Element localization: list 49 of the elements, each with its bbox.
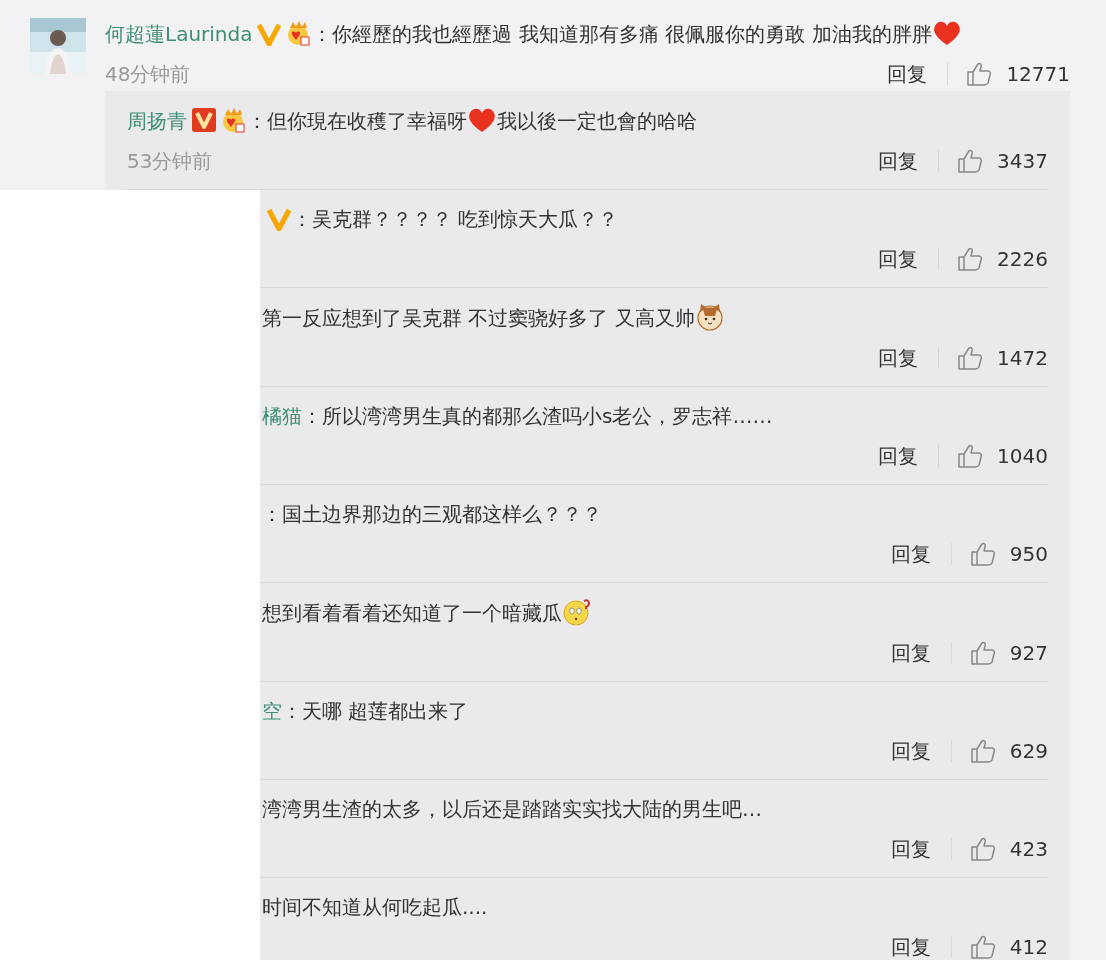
puzzled-face-icon [562,597,592,627]
like-icon[interactable] [957,345,984,371]
reply-link[interactable]: 回复 [890,638,931,668]
comment-text: 湾湾男生渣的太多，以后还是踏踏实实找大陆的男生吧… [262,797,762,821]
like-count: 423 [1009,836,1048,863]
comment-text: 第一反应想到了吴克群 不过窦骁好多了 又高又帅 [262,306,695,330]
like-icon[interactable] [957,443,984,469]
like-count: 12771 [1006,61,1070,88]
reply-link[interactable]: 回复 [890,834,931,864]
timestamp: 53分钟前 [127,148,213,175]
like-count: 927 [1009,640,1048,667]
comment-text: ：国土边界那边的三观都这样么？？？ [262,502,602,526]
reply-link[interactable]: 回复 [890,736,931,766]
crown-badge-icon [286,20,313,46]
like-icon[interactable] [969,934,996,960]
comment-text: 时间不知道从何吃起瓜.... [262,895,488,919]
timestamp: 48分钟前 [105,61,191,88]
reply-link[interactable]: 回复 [890,932,931,960]
like-icon[interactable] [969,738,996,764]
like-icon[interactable] [957,148,984,174]
reply-link[interactable]: 回复 [878,244,919,274]
comment-text: ：吴克群？？？？ 吃到惊天大瓜？？ [292,207,619,231]
like-count: 1472 [997,345,1048,372]
comment-text: ：你經歷的我也經歷過 我知道那有多痛 很佩服你的勇敢 加油我的胖胖 [312,22,932,46]
comment-text: ：但你現在收穫了幸福呀 [247,109,467,133]
like-count: 3437 [997,148,1048,175]
reply-link[interactable]: 回复 [878,343,919,373]
like-count: 629 [1009,738,1048,765]
crown-badge-icon [221,107,247,133]
cat-face-icon [694,302,725,332]
like-count: 412 [1009,934,1048,960]
reply-link[interactable]: 回复 [890,539,931,569]
like-icon[interactable] [969,541,996,567]
like-count: 1040 [997,443,1048,470]
reply-link[interactable]: 回复 [878,441,919,471]
verified-badge-icon [191,107,217,133]
like-count: 2226 [997,246,1048,273]
like-icon[interactable] [966,61,993,87]
comment-text: 想到看着看着还知道了一个暗藏瓜 [262,601,562,625]
like-icon[interactable] [969,836,996,862]
like-icon[interactable] [969,640,996,666]
reply-link[interactable]: 回复 [878,146,919,176]
comment-text: ：所以湾湾男生真的都那么渣吗小s老公，罗志祥…… [302,404,773,428]
author-name[interactable]: 何超蓮Laurinda [105,22,253,46]
like-icon[interactable] [957,246,984,272]
comment-text: ：天哪 超莲都出来了 [282,699,469,723]
comment-text: 我以後一定也會的哈哈 [497,109,697,133]
reply-link[interactable]: 回复 [887,59,928,89]
like-count: 950 [1009,541,1048,568]
